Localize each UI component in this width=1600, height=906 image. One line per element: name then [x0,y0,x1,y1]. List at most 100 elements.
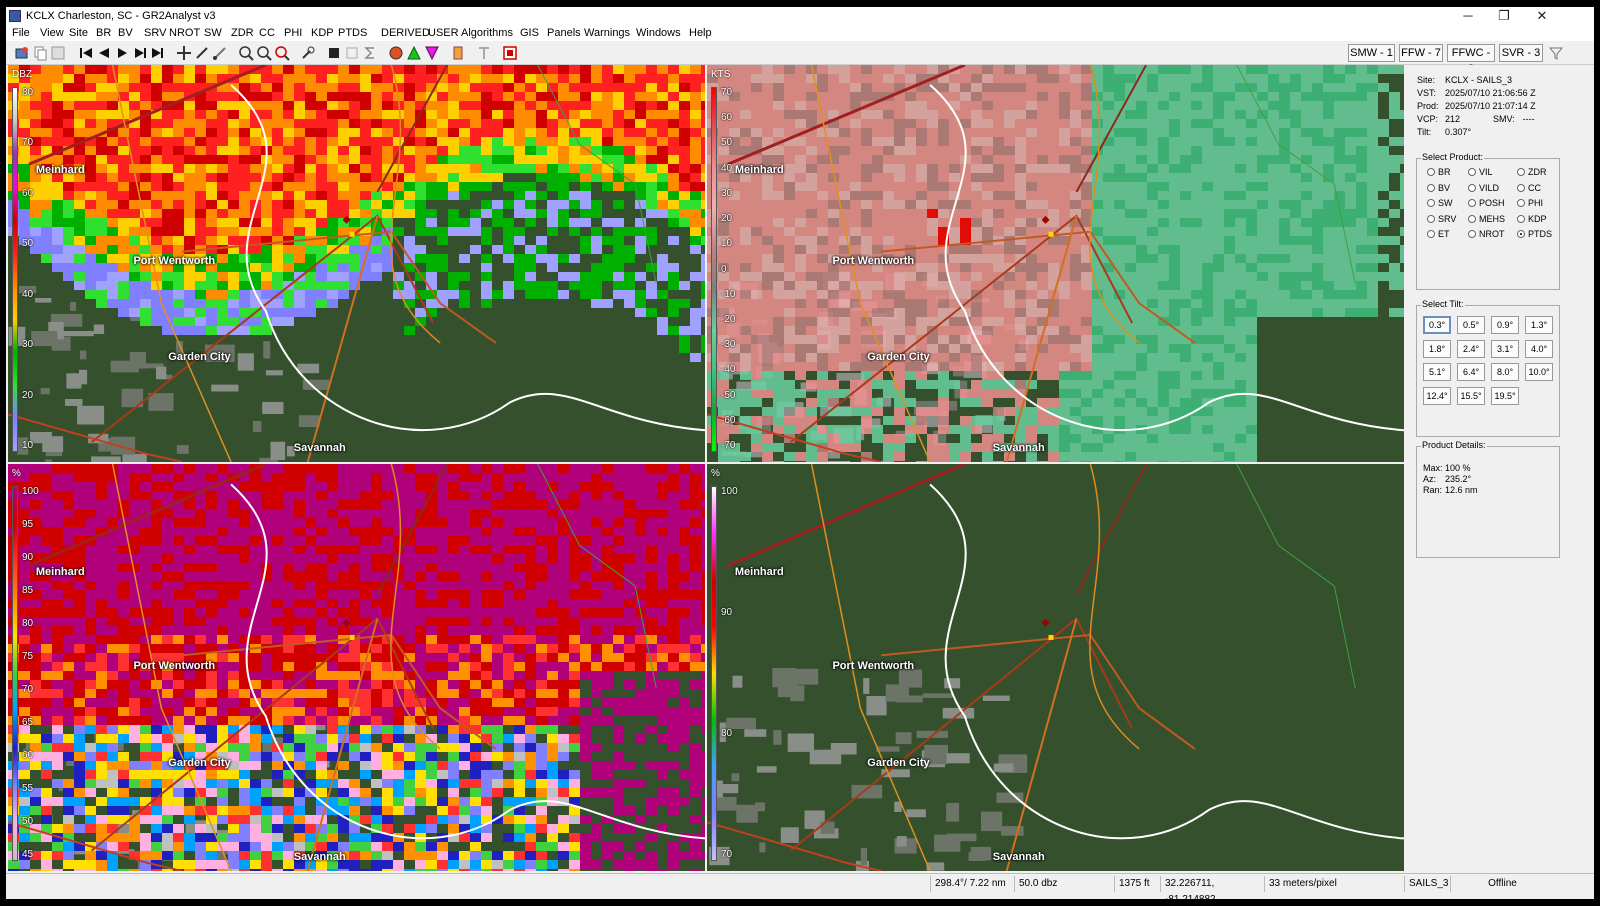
warning-svr-button[interactable]: SVR - 3 [1499,44,1543,62]
product-option-zdr[interactable]: ZDR [1517,167,1547,177]
product-option-phi[interactable]: PHI [1517,198,1543,208]
menu-warnings[interactable]: Warnings [584,27,630,39]
city-label-meinhard: Meinhard [734,164,784,177]
product-option-mehs[interactable]: MEHS [1468,214,1505,224]
city-label-garden-city: Garden City [867,350,930,363]
menu-srv[interactable]: SRV [144,27,166,39]
site-row: Site: KCLX - SAILS_3 [1417,75,1513,85]
next-frame-icon[interactable] [132,45,148,61]
radio-icon [1427,230,1435,238]
minimize-button[interactable]: ─ [1450,7,1486,25]
product-option-kdp[interactable]: KDP [1517,214,1547,224]
menu-derived[interactable]: DERIVED [381,27,430,39]
menu-ptds[interactable]: PTDS [338,27,367,39]
text-tool-icon[interactable] [476,45,492,61]
tvs-triangle-icon[interactable] [424,45,440,61]
status-scale: 33 meters/pixel [1264,876,1364,892]
tilt-button[interactable]: 10.0° [1525,363,1553,381]
first-frame-icon[interactable] [78,45,94,61]
city-label-port-wentworth: Port Wentworth [133,659,216,672]
menu-windows[interactable]: Windows [636,27,681,39]
play-icon[interactable] [114,45,130,61]
pick-icon[interactable] [300,45,316,61]
pan-icon[interactable] [176,45,192,61]
measure-icon[interactable] [194,45,210,61]
zoom-reset-icon[interactable] [274,45,290,61]
product-option-nrot[interactable]: NROT [1468,229,1505,239]
menu-algorithms[interactable]: Algorithms [461,27,513,39]
product-option-vil[interactable]: VIL [1468,167,1493,177]
tilt-button[interactable]: 8.0° [1491,363,1519,381]
warning-ffwc-button[interactable]: FFWC - 3 [1447,44,1495,75]
menu-phi[interactable]: PHI [284,27,302,39]
tilt-button[interactable]: 0.5° [1457,316,1485,334]
tilt-button[interactable]: 3.1° [1491,339,1519,358]
sigma-icon[interactable] [362,45,378,61]
menu-help[interactable]: Help [689,27,712,39]
tilt-button[interactable]: 0.9° [1491,316,1519,334]
menu-panels[interactable]: Panels [547,27,581,39]
record-icon[interactable] [502,45,518,61]
tilt-button[interactable]: 0.3° [1423,316,1451,334]
previous-frame-icon[interactable] [96,45,112,61]
menu-zdr[interactable]: ZDR [231,27,254,39]
storm-track-icon[interactable] [388,45,404,61]
menu-nrot[interactable]: NROT [169,27,200,39]
save-icon[interactable] [50,45,66,61]
radio-icon [1468,230,1476,238]
menu-site[interactable]: Site [69,27,88,39]
radar-panel-velocity[interactable]: KTS 70 60 50 40 30 20 10 0 -10 -20 -30 -40 -50 -60 -70 M… [707,65,1404,462]
menu-gis[interactable]: GIS [520,27,539,39]
radar-panel-reflectivity[interactable]: DBZ 80 70 60 50 40 30 20 10 Meinhard Port Wentwort… [8,65,705,462]
detail-ran: Ran: 12.6 nm [1423,485,1478,495]
product-option-sw[interactable]: SW [1427,198,1453,208]
menu-cc[interactable]: CC [259,27,275,39]
city-label-port-wentworth: Port Wentworth [832,255,915,268]
tilt-button[interactable]: 15.5° [1457,386,1485,405]
menu-view[interactable]: View [40,27,64,39]
warning-ffw-button[interactable]: FFW - 7 [1399,44,1443,62]
tilt-button[interactable]: 6.4° [1457,363,1485,381]
menu-bv[interactable]: BV [118,27,133,39]
menu-file[interactable]: File [12,27,30,39]
maximize-button[interactable]: ❐ [1486,7,1522,25]
product-option-vild[interactable]: VILD [1468,183,1499,193]
product-option-srv[interactable]: SRV [1427,214,1456,224]
tilt-button[interactable]: 1.8° [1423,339,1451,358]
tilt-button[interactable]: 5.1° [1423,363,1451,381]
menu-kdp[interactable]: KDP [311,27,334,39]
product-option-et[interactable]: ET [1427,229,1450,239]
tilt-button[interactable]: 4.0° [1525,339,1553,358]
warning-smw-button[interactable]: SMW - 1 [1348,44,1395,62]
tilt-button[interactable]: 19.5° [1491,386,1519,405]
copy-icon[interactable] [32,45,48,61]
menu-br[interactable]: BR [96,27,111,39]
close-button[interactable]: ✕ [1524,7,1560,25]
select-product-group: Select Product: BR BV SW SRV ET VIL VILD POSH ME… [1416,152,1560,290]
product-option-cc[interactable]: CC [1517,183,1541,193]
tilt-button[interactable]: 1.3° [1525,316,1553,334]
radar-panel-correlation-coefficient[interactable]: % 100 95 90 85 80 75 70 65 60 55 50 45 Meinhard Port W… [8,464,705,871]
tilt-button[interactable]: 2.4° [1457,339,1485,358]
zoom-in-icon[interactable] [238,45,254,61]
radio-icon [1427,199,1435,207]
product-option-br[interactable]: BR [1427,167,1451,177]
stop-icon[interactable] [326,45,342,61]
prod-row: Prod: 2025/07/10 21:07:14 Z [1417,101,1536,111]
grid-icon[interactable] [344,45,360,61]
radar-panel-tornado-debris[interactable]: % 100 90 80 70 Meinhard Port Wentworth Garden C… [707,464,1404,871]
open-file-icon[interactable] [14,45,30,61]
product-option-ptds[interactable]: PTDS [1517,229,1552,239]
product-option-posh[interactable]: POSH [1468,198,1505,208]
cross-section-icon[interactable] [212,45,228,61]
filter-icon[interactable] [1548,45,1564,61]
zoom-out-icon[interactable] [256,45,272,61]
menu-user[interactable]: USER [428,27,459,39]
placefile-icon[interactable] [450,45,466,61]
meso-triangle-icon[interactable] [406,45,422,61]
tilt-button[interactable]: 12.4° [1423,386,1451,405]
vst-row: VST: 2025/07/10 21:06:56 Z [1417,88,1536,98]
last-frame-icon[interactable] [150,45,166,61]
product-option-bv[interactable]: BV [1427,183,1450,193]
menu-sw[interactable]: SW [204,27,222,39]
